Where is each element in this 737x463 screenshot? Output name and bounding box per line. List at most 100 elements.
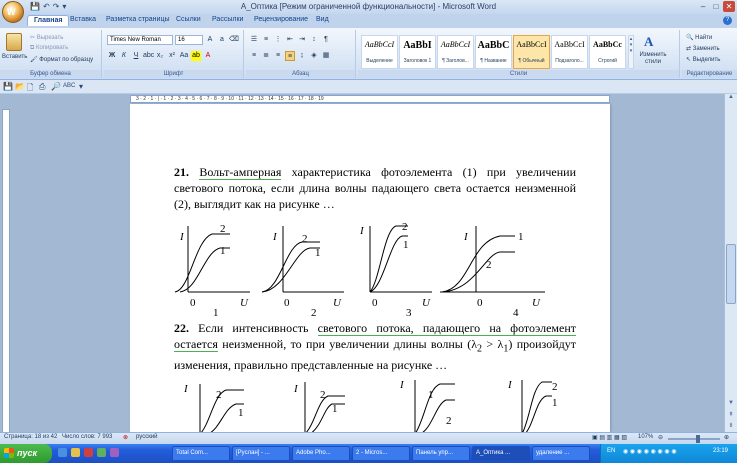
clock[interactable]: 23:19 (713, 448, 728, 454)
app2-icon[interactable] (110, 448, 119, 457)
taskbar-optika[interactable]: А_Оптика ... (472, 446, 530, 461)
align-center-icon[interactable]: ≣ (261, 51, 271, 61)
scroll-up-icon[interactable]: ▲ (726, 94, 736, 104)
scroll-thumb[interactable] (726, 244, 736, 304)
copy-button[interactable]: ⧉ Копировать (30, 45, 68, 52)
style-normal[interactable]: AaBbCcI ¶ Обычный (513, 35, 550, 69)
spelling-icon[interactable]: ABC (63, 83, 75, 89)
style-heading[interactable]: AaBbCcI ¶ Заголов... (437, 35, 474, 69)
change-styles-button[interactable]: Изменить стили (638, 52, 668, 66)
word-count[interactable]: Число слов: 7 993 (62, 434, 112, 440)
subscript-icon[interactable]: x₂ (155, 51, 165, 61)
change-case-icon[interactable]: Aa (179, 51, 189, 61)
style-subtitle[interactable]: AaBbCcI Подзаголо... (551, 35, 588, 69)
zoom-in-icon[interactable]: ⊕ (724, 434, 729, 441)
open-icon[interactable]: 📂 (15, 82, 25, 91)
view-buttons[interactable]: ▣ ▤ ▥ ▦ ▧ (592, 434, 627, 441)
tab-review[interactable]: Рецензирование (254, 16, 308, 23)
media-icon[interactable] (84, 448, 93, 457)
styles-scroll[interactable]: ▴ ▾ ▾ (628, 35, 634, 69)
tab-insert[interactable]: Вставка (70, 16, 96, 23)
folder-icon[interactable] (71, 448, 80, 457)
shading-icon[interactable]: ◈ (309, 51, 319, 61)
format-painter-button[interactable]: 🖌 Формат по образцу (30, 56, 93, 63)
taskbar-delete[interactable]: удаление ... (532, 446, 590, 461)
save-small-icon[interactable]: 💾 (3, 82, 13, 91)
font-name-select[interactable]: Times New Roman (107, 35, 173, 45)
curve-b-label: 2 (486, 259, 492, 271)
office-button[interactable]: W (2, 1, 24, 23)
justify-icon[interactable]: ≡ (285, 51, 295, 61)
superscript-icon[interactable]: x² (167, 51, 177, 61)
shrink-font-icon[interactable]: a (217, 35, 227, 45)
align-right-icon[interactable]: ≡ (273, 51, 283, 61)
numbering-icon[interactable]: ≡ (261, 35, 271, 45)
maximize-button[interactable]: □ (710, 1, 722, 12)
style-title[interactable]: AaBbC ¶ Название (475, 35, 512, 69)
proofing-icon[interactable]: ⊗ (123, 434, 128, 441)
line-spacing-icon[interactable]: ↨ (297, 51, 307, 61)
decrease-indent-icon[interactable]: ⇤ (285, 35, 295, 45)
font-color-icon[interactable]: A (203, 51, 213, 61)
tab-mailings[interactable]: Рассылки (212, 16, 243, 23)
style-strong[interactable]: AaBbCc Строгий (589, 35, 626, 69)
taskbar-totalcmd[interactable]: Total Com... (172, 446, 230, 461)
vertical-scrollbar[interactable]: ▲ ▼ ⇞ ⇟ (724, 94, 737, 432)
minimize-button[interactable]: – (697, 1, 709, 12)
strikethrough-icon[interactable]: abc (143, 51, 154, 61)
replace-button[interactable]: ⇄ Заменить (686, 45, 720, 52)
sort-icon[interactable]: ↕ (309, 35, 319, 45)
tray-icons[interactable]: ◉ ◉ ◉ ◉ ◉ ◉ ◉ ◉ (623, 448, 677, 455)
tab-page-layout[interactable]: Разметка страницы (106, 16, 170, 23)
taskbar-ruslan[interactable]: [Руслан] - ... (232, 446, 290, 461)
paste-icon[interactable] (6, 33, 22, 51)
preview-icon[interactable]: 🔎 (51, 82, 61, 91)
highlight-icon[interactable]: ab (191, 51, 201, 61)
align-left-icon[interactable]: ≡ (249, 51, 259, 61)
scroll-down-icon[interactable]: ▼ (726, 400, 736, 410)
borders-icon[interactable]: ▦ (321, 51, 331, 61)
italic-icon[interactable]: К (119, 51, 129, 61)
document-page[interactable]: 21. Вольт-амперная характеристика фотоэл… (130, 104, 610, 432)
tab-view[interactable]: Вид (316, 16, 329, 23)
prev-page-icon[interactable]: ⇞ (726, 411, 736, 421)
show-marks-icon[interactable]: ¶ (321, 35, 331, 45)
style-heading1[interactable]: AaBbI Заголовок 1 (399, 35, 436, 69)
find-button[interactable]: 🔍 Найти (686, 34, 712, 41)
taskbar-control-panel[interactable]: Панель упр... (412, 446, 470, 461)
tab-references[interactable]: Ссылки (176, 16, 201, 23)
page-count[interactable]: Страница: 18 из 42 (4, 434, 57, 440)
zoom-slider-thumb[interactable] (696, 435, 700, 443)
ie-icon[interactable] (58, 448, 67, 457)
curve-b-label: 1 (220, 245, 226, 257)
font-size-select[interactable]: 16 (175, 35, 203, 45)
close-button[interactable]: ✕ (723, 1, 735, 12)
taskbar-word-2[interactable]: 2 - Micros... (352, 446, 410, 461)
underline-icon[interactable]: Ч (131, 51, 141, 61)
zoom-out-icon[interactable]: ⊖ (658, 434, 663, 441)
language-bar[interactable]: EN (607, 448, 615, 454)
style-emphasis[interactable]: AaBbCcI Выделение (361, 35, 398, 69)
zoom-slider[interactable] (668, 438, 720, 440)
dropdown-icon[interactable]: ▾ (79, 82, 83, 91)
grow-font-icon[interactable]: A (205, 35, 215, 45)
help-icon[interactable]: ? (723, 16, 732, 25)
select-button[interactable]: ↖ Выделить (686, 56, 720, 63)
bullets-icon[interactable]: ☰ (249, 35, 259, 45)
ruler-track[interactable]: 3 · 2 · 1 · | · 1 · 2 · 3 · 4 · 5 · 6 · … (130, 95, 610, 103)
taskbar-photoshop[interactable]: Adobe Pho... (292, 446, 350, 461)
app-icon[interactable] (97, 448, 106, 457)
increase-indent-icon[interactable]: ⇥ (297, 35, 307, 45)
multilevel-list-icon[interactable]: ⋮ (273, 35, 283, 45)
cut-button[interactable]: ✂ Вырезать (30, 34, 63, 41)
print-icon[interactable]: ⎙ (39, 82, 45, 92)
zoom-level[interactable]: 107% (638, 434, 653, 440)
tab-home[interactable]: Главная (27, 15, 70, 26)
clear-format-icon[interactable]: ⌫ (229, 35, 239, 45)
start-button[interactable]: пуск (0, 444, 52, 463)
language-indicator[interactable]: русский (136, 434, 158, 440)
bold-icon[interactable]: Ж (107, 51, 117, 61)
next-page-icon[interactable]: ⇟ (726, 422, 736, 432)
curve-b-label: 1 (403, 239, 409, 251)
paste-button[interactable]: Вставить (2, 54, 27, 60)
